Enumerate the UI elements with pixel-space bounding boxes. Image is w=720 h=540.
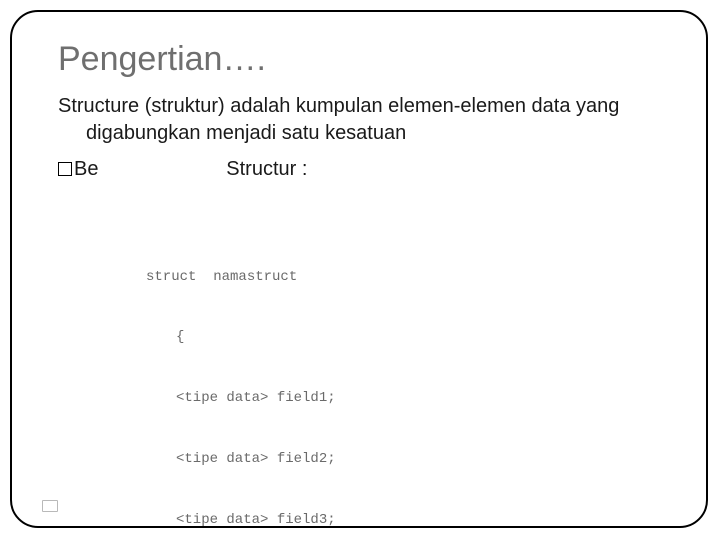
code-line-5: <tipe data> field3;	[146, 510, 336, 528]
slide-frame: Pengertian…. Structure (struktur) adalah…	[10, 10, 708, 528]
definition-paragraph: Structure (struktur) adalah kumpulan ele…	[58, 93, 660, 147]
code-line-2: {	[146, 327, 336, 347]
slide-title: Pengertian….	[58, 40, 660, 79]
slide-content: Pengertian…. Structure (struktur) adalah…	[12, 12, 706, 183]
bullet-text-prefix: Be	[74, 158, 98, 180]
code-line-3: <tipe data> field1;	[146, 388, 336, 408]
bullet-line: Be Structur :	[58, 155, 660, 183]
code-snippet: struct namastruct { <tipe data> field1; …	[146, 226, 340, 528]
page-indicator-icon	[42, 500, 58, 512]
bullet-text-suffix: Structur :	[226, 158, 307, 180]
bullet-box-icon	[58, 162, 72, 176]
code-line-1: struct namastruct	[146, 267, 336, 287]
code-line-4: <tipe data> field2;	[146, 449, 336, 469]
